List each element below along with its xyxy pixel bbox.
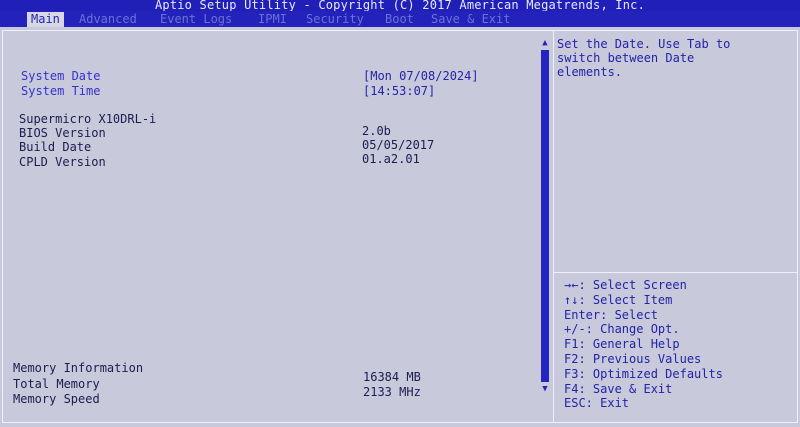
bios-version-label: BIOS Version — [19, 126, 106, 140]
tab-ipmi[interactable]: IPMI — [258, 12, 287, 27]
help-text: Set the Date. Use Tab to switch between … — [557, 37, 793, 79]
key-optimized-defaults: F3: Optimized Defaults — [564, 366, 723, 381]
key-previous-values: F2: Previous Values — [564, 351, 702, 366]
tab-save-exit[interactable]: Save & Exit — [431, 12, 510, 27]
bios-version-value: 2.0b — [362, 124, 391, 138]
key-save-exit: F4: Save & Exit — [564, 381, 673, 396]
build-date-label: Build Date — [19, 140, 92, 154]
memory-speed-value: 2133 MHz — [363, 385, 421, 399]
total-memory-label: Total Memory — [13, 377, 100, 391]
key-select-screen: →←: Select Screen — [564, 278, 687, 292]
cpld-version-value: 01.a2.01 — [362, 152, 420, 166]
key-legend: →←: Select Screen ↑↓: Select Item Enter:… — [564, 278, 794, 411]
system-time-value[interactable]: [14:53:07] — [363, 84, 435, 98]
bios-screen: Aptio Setup Utility - Copyright (C) 2017… — [0, 0, 800, 427]
key-change-opt: +/-: Change Opt. — [564, 322, 680, 337]
tab-security[interactable]: Security — [306, 12, 364, 27]
help-line: switch between Date — [557, 51, 695, 65]
system-date-value[interactable]: [Mon 07/08/2024] — [363, 69, 479, 83]
title-bar: Aptio Setup Utility - Copyright (C) 2017… — [0, 0, 800, 11]
cpld-version-label: CPLD Version — [19, 155, 106, 169]
help-line: Set the Date. Use Tab to — [557, 37, 731, 51]
help-line: elements. — [557, 65, 623, 79]
scroll-thumb[interactable] — [541, 50, 549, 382]
key-select-item: ↑↓: Select Item — [564, 292, 673, 307]
memory-info-heading: Memory Information — [13, 361, 144, 375]
tab-boot[interactable]: Boot — [385, 12, 414, 27]
key-general-help: F1: General Help — [564, 337, 680, 352]
key-enter-select: Enter: Select — [564, 307, 658, 322]
panel-divider — [553, 30, 554, 423]
tab-event-logs[interactable]: Event Logs — [160, 12, 232, 27]
help-divider — [554, 272, 798, 273]
system-date-label[interactable]: System Date — [21, 69, 100, 83]
system-time-label[interactable]: System Time — [21, 84, 100, 98]
tab-main[interactable]: Main — [27, 12, 64, 27]
memory-speed-label: Memory Speed — [13, 392, 100, 406]
menu-bar: Main Advanced Event Logs IPMI Security B… — [0, 11, 800, 27]
scrollbar[interactable]: ▲ ▼ — [538, 38, 552, 394]
scroll-up-arrow-icon[interactable]: ▲ — [539, 38, 551, 48]
tab-advanced[interactable]: Advanced — [79, 12, 137, 27]
key-esc-exit: ESC: Exit — [564, 396, 630, 411]
total-memory-value: 16384 MB — [363, 370, 421, 384]
build-date-value: 05/05/2017 — [362, 138, 435, 152]
board-model-label: Supermicro X10DRL-i — [19, 112, 157, 126]
scroll-down-arrow-icon[interactable]: ▼ — [539, 384, 551, 394]
